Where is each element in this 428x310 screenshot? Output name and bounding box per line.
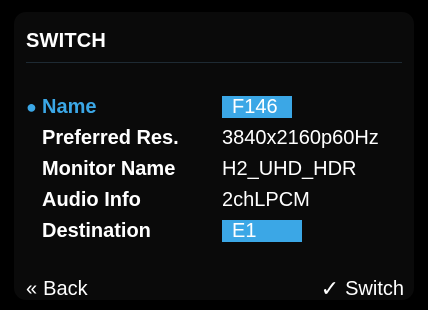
selection-bullet-icon: ● <box>26 97 37 117</box>
footer: « Back ✓ Switch <box>26 276 404 300</box>
field-label-destination: Destination <box>42 219 151 242</box>
double-chevron-left-icon: « <box>26 277 38 300</box>
field-value-audio-info: 2chLPCM <box>222 188 310 211</box>
field-value-preferred-res: 3840x2160p60Hz <box>222 126 379 149</box>
field-label-name: Name <box>42 95 97 118</box>
switch-screen: SWITCH ● Name F146 Preferred Res. 3840x2… <box>14 12 414 300</box>
field-row-audio-info: Audio Info 2chLPCM <box>26 185 414 215</box>
destination-input[interactable]: E1 <box>222 220 302 242</box>
field-row-name[interactable]: ● Name F146 <box>26 92 414 122</box>
switch-button-label: Switch <box>345 277 404 300</box>
switch-button[interactable]: ✓ Switch <box>321 276 404 300</box>
field-row-preferred-res: Preferred Res. 3840x2160p60Hz <box>26 123 414 153</box>
field-value-monitor-name: H2_UHD_HDR <box>222 157 357 180</box>
field-row-destination[interactable]: Destination E1 <box>26 216 414 246</box>
field-label-preferred-res: Preferred Res. <box>42 126 179 149</box>
page-title: SWITCH <box>26 30 107 52</box>
back-button-label: Back <box>43 277 88 300</box>
field-row-monitor-name: Monitor Name H2_UHD_HDR <box>26 154 414 184</box>
field-label-audio-info: Audio Info <box>42 188 141 211</box>
checkmark-icon: ✓ <box>320 276 340 300</box>
name-input[interactable]: F146 <box>222 96 292 118</box>
divider <box>26 62 402 63</box>
field-label-monitor-name: Monitor Name <box>42 157 176 180</box>
back-button[interactable]: « Back <box>26 276 88 300</box>
